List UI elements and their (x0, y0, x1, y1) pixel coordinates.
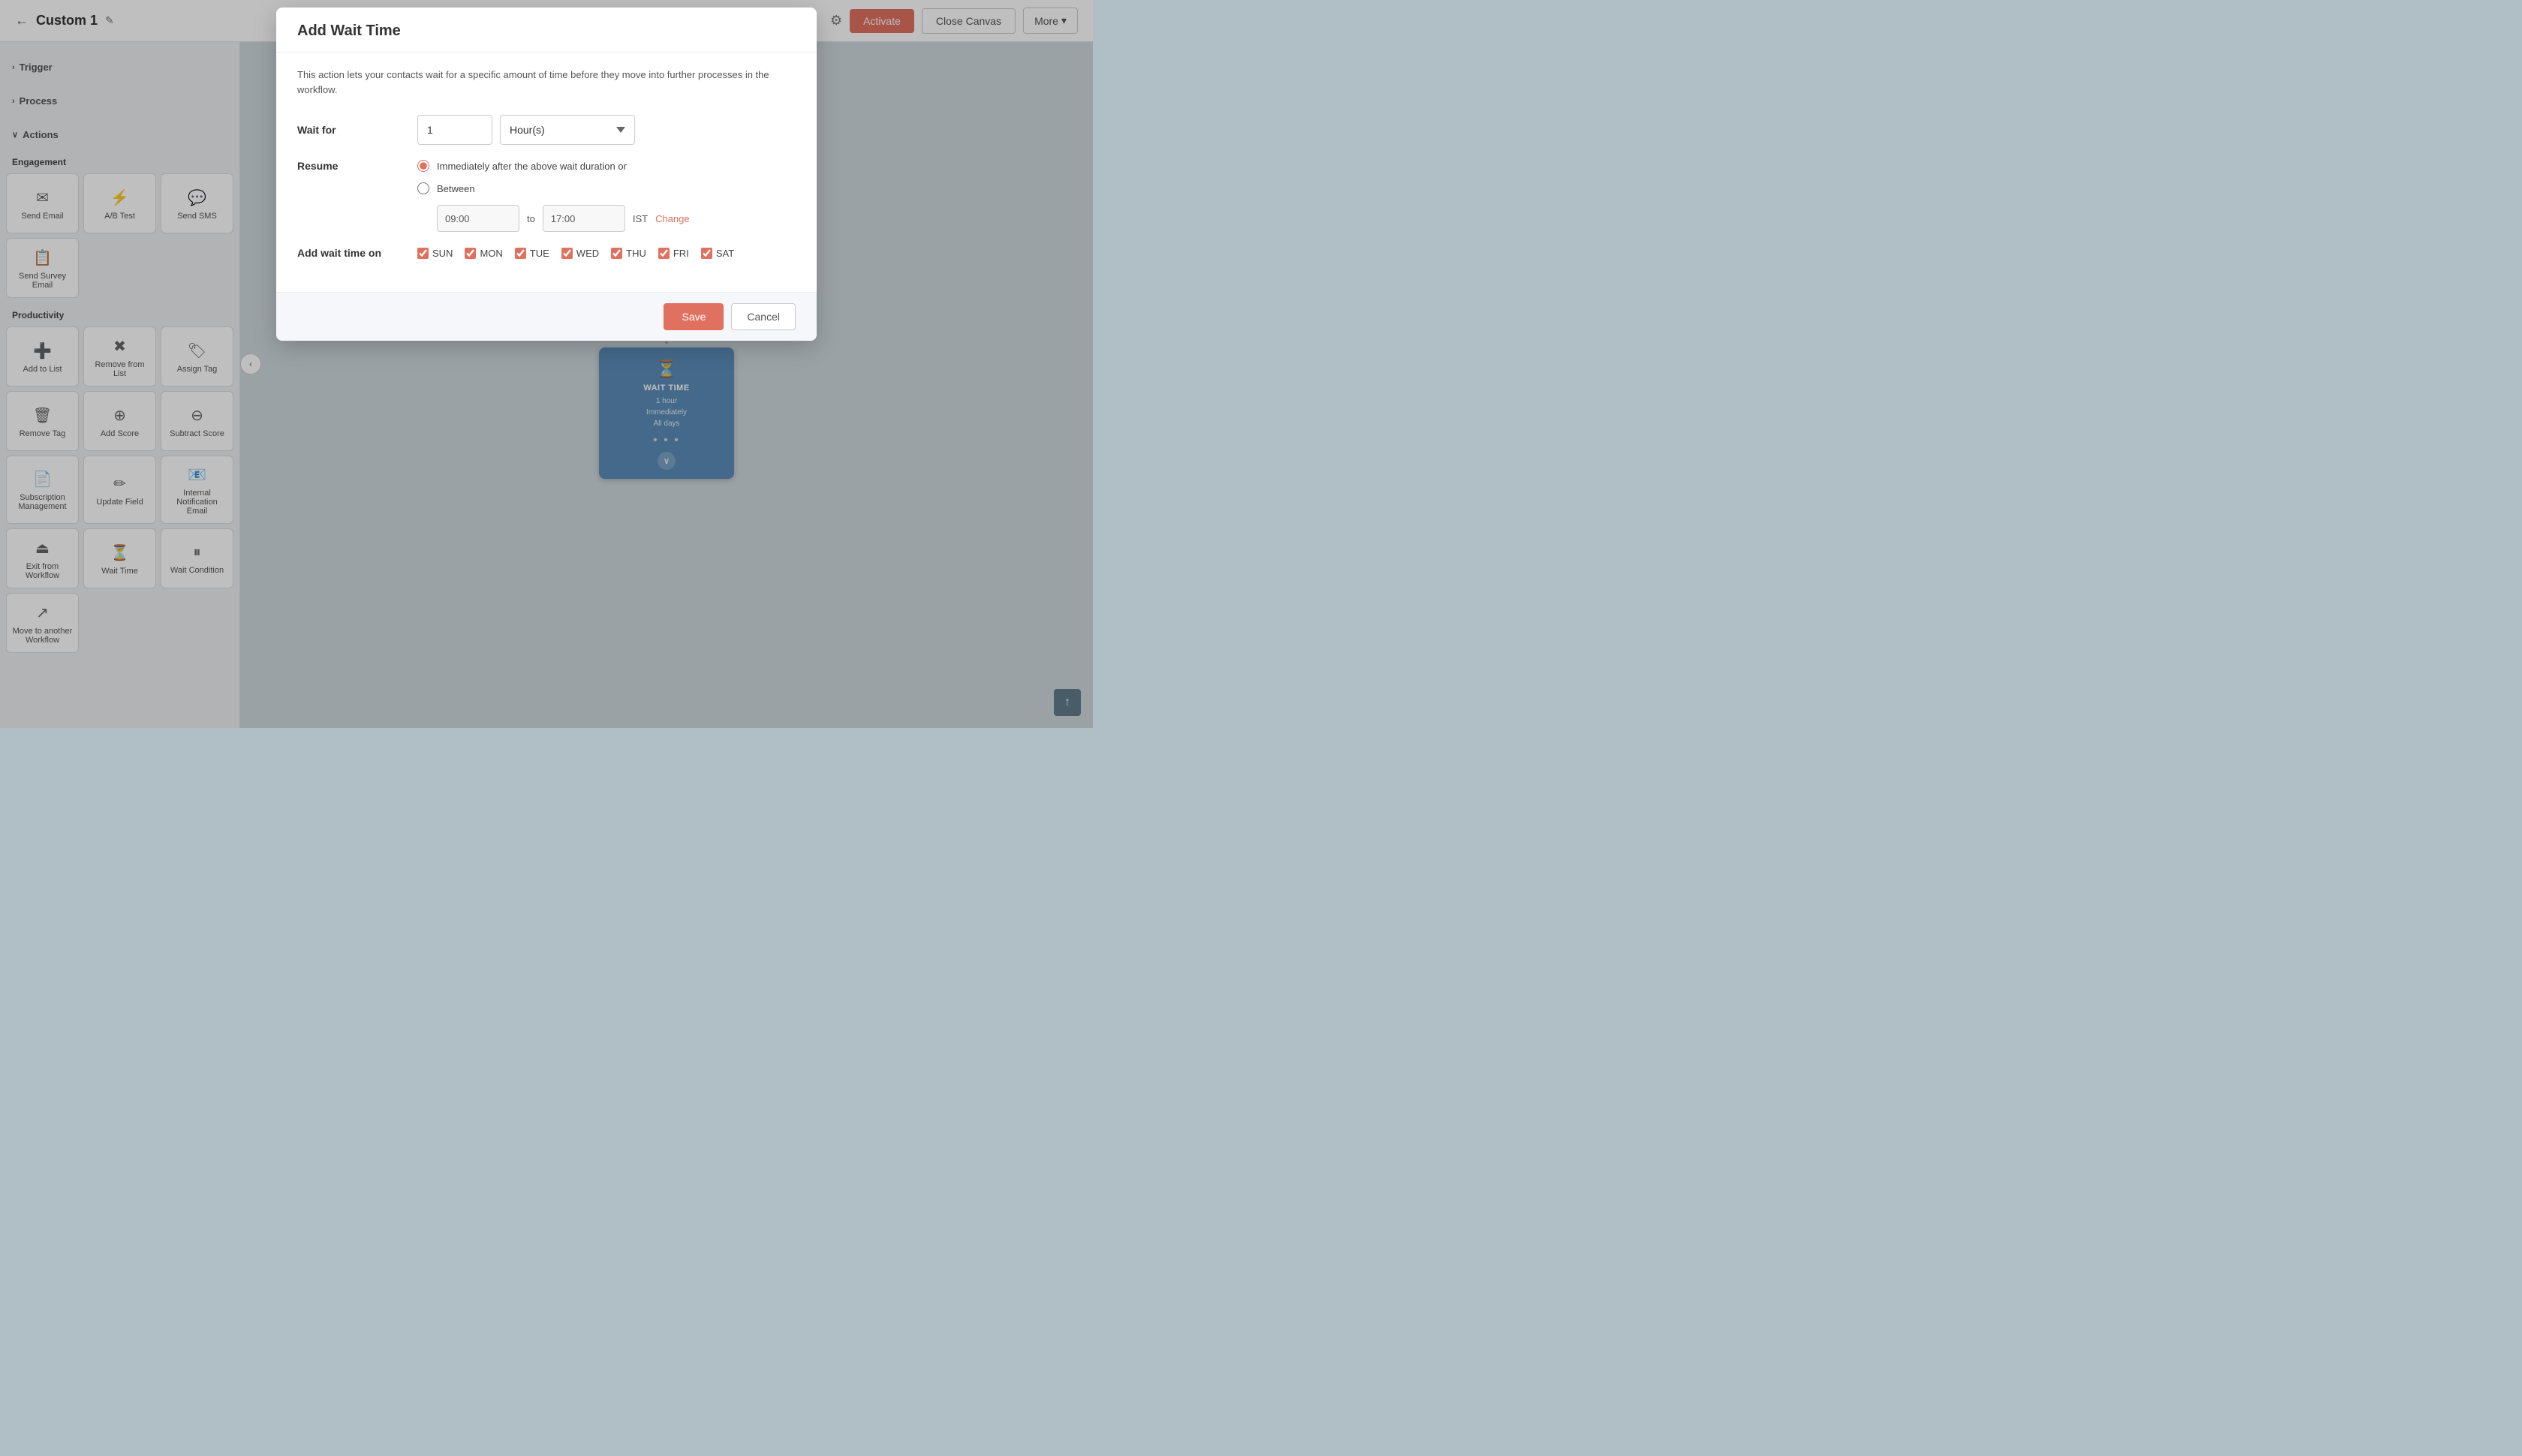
resume-row: Resume Immediately after the above wait … (297, 160, 796, 232)
resume-option1[interactable]: Immediately after the above wait duratio… (417, 160, 690, 172)
time-to-input[interactable] (543, 205, 625, 232)
resume-options: Immediately after the above wait duratio… (417, 160, 690, 232)
resume-radio-2[interactable] (417, 182, 429, 194)
save-button[interactable]: Save (664, 303, 724, 330)
resume-option2[interactable]: Between (417, 182, 690, 194)
time-range: to IST Change (437, 205, 690, 232)
day-checkbox-tue[interactable] (515, 248, 526, 259)
modal-overlay: Add Wait Time This action lets your cont… (0, 0, 1093, 728)
time-separator: to (527, 213, 535, 224)
modal-footer: Save Cancel (276, 292, 817, 341)
modal-body: This action lets your contacts wait for … (276, 53, 817, 292)
day-mon[interactable]: MON (465, 248, 502, 259)
resume-option2-label: Between (437, 183, 475, 194)
resume-radio-1[interactable] (417, 160, 429, 172)
day-checkbox-sun[interactable] (417, 248, 429, 259)
days-checkboxes: SUN MON TUE WED THU FRI SAT (417, 248, 734, 259)
wait-for-label: Wait for (297, 124, 417, 136)
resume-label: Resume (297, 160, 417, 172)
day-checkbox-thu[interactable] (611, 248, 622, 259)
wait-unit-select[interactable]: Minute(s)Hour(s)Day(s)Week(s) (500, 115, 635, 145)
modal-description: This action lets your contacts wait for … (297, 68, 796, 97)
day-wed[interactable]: WED (561, 248, 599, 259)
wait-for-row: Wait for Minute(s)Hour(s)Day(s)Week(s) (297, 115, 796, 145)
wait-for-controls: Minute(s)Hour(s)Day(s)Week(s) (417, 115, 796, 145)
day-tue[interactable]: TUE (515, 248, 549, 259)
time-from-input[interactable] (437, 205, 519, 232)
day-checkbox-wed[interactable] (561, 248, 573, 259)
day-checkbox-sat[interactable] (701, 248, 712, 259)
add-wait-time-modal: Add Wait Time This action lets your cont… (276, 8, 817, 341)
timezone-label: IST (633, 213, 648, 224)
day-sun[interactable]: SUN (417, 248, 453, 259)
wait-value-input[interactable] (417, 115, 492, 145)
modal-header: Add Wait Time (276, 8, 817, 53)
wait-on-label: Add wait time on (297, 247, 417, 259)
cancel-button[interactable]: Cancel (731, 303, 796, 330)
wait-days-row: Add wait time on SUN MON TUE WED THU FRI SAT (297, 247, 796, 259)
day-checkbox-fri[interactable] (658, 248, 670, 259)
day-thu[interactable]: THU (611, 248, 646, 259)
day-fri[interactable]: FRI (658, 248, 689, 259)
resume-option1-label: Immediately after the above wait duratio… (437, 161, 627, 172)
modal-title: Add Wait Time (297, 23, 796, 40)
change-timezone-link[interactable]: Change (655, 213, 690, 224)
day-sat[interactable]: SAT (701, 248, 734, 259)
day-checkbox-mon[interactable] (465, 248, 476, 259)
